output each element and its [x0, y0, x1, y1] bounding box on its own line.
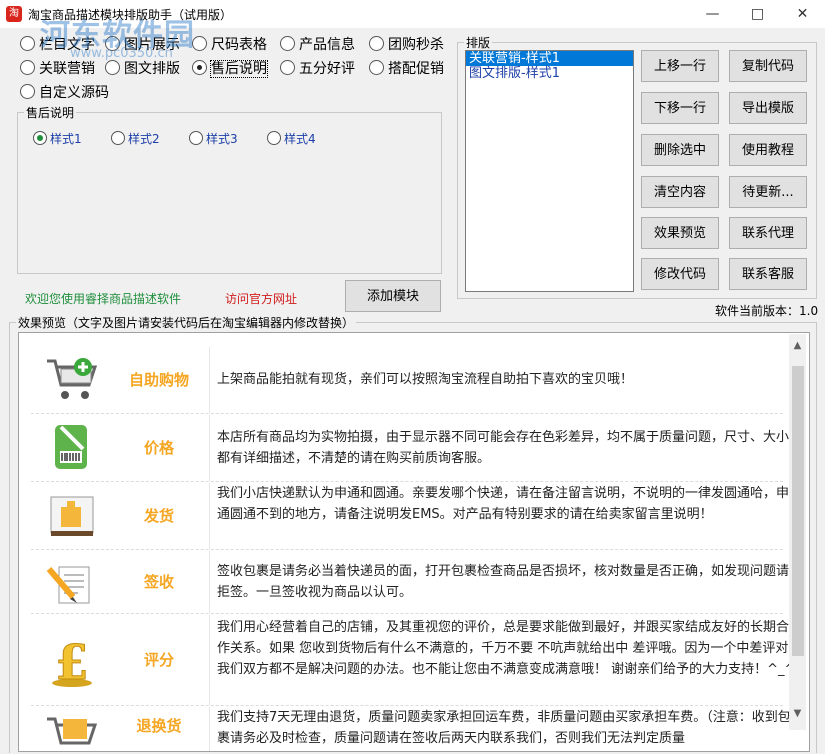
checkbox-icon — [280, 60, 295, 75]
checkbox-icon — [20, 84, 35, 99]
move-down-button[interactable]: 下移一行 — [641, 92, 719, 124]
preview-row: £ 评分 我们用心经营着自己的店铺，及其重视您的评价，总是要求能做到最好，并跟买… — [31, 615, 795, 706]
contact-agent-button[interactable]: 联系代理 — [729, 217, 807, 249]
module-checkbox-bundle[interactable]: 搭配促销 — [369, 58, 444, 77]
row-description: 我们用心经营着自己的店铺，及其重视您的评价，总是要求能做到最好，并跟买家结成友好… — [217, 620, 796, 677]
row-title: 评分 — [143, 651, 174, 669]
scrollbar-thumb[interactable] — [792, 366, 804, 656]
preview-row: 发货 我们小店快递默认为申通和圆通。亲要发哪个快递，请在备注留言说明，不说明的一… — [31, 483, 789, 550]
row-title: 发货 — [143, 507, 174, 525]
delete-selected-button[interactable]: 删除选中 — [641, 134, 719, 166]
row-description: 上架商品能拍就有现货，亲们可以按照淘宝流程自助拍下喜欢的宝贝哦！ — [217, 372, 634, 387]
checkbox-icon — [369, 36, 384, 51]
scroll-up-arrow-icon[interactable]: ▲ — [789, 340, 806, 354]
preview-row: 签收 签收包裹是请务必当着快递员的面，打开包裹检查商品是否损坏，核对数量是否正确… — [31, 551, 789, 614]
preview-row: 价格 本店所有商品均为实物拍摄，由于显示器不同可能会存在色彩差异，均不属于质量问… — [31, 415, 789, 482]
preview-row: 退换货 我们支持7天无理由退货，质量问题卖家承担回运车费，非质量问题由买家承担车… — [31, 707, 791, 751]
layout-list-item[interactable]: 关联营销-样式1 — [466, 51, 633, 66]
shopping-cart-icon — [43, 355, 101, 403]
minimize-button[interactable]: — — [690, 0, 735, 28]
scroll-down-arrow-icon[interactable]: ▼ — [789, 708, 806, 722]
delivery-box-icon — [43, 491, 101, 539]
row-title: 价格 — [143, 439, 174, 457]
divider — [209, 483, 210, 549]
layout-list-item[interactable]: 图文排版-样式1 — [466, 66, 633, 81]
row-title: 自助购物 — [128, 371, 189, 389]
preview-pane[interactable]: 自助购物 上架商品能拍就有现货，亲们可以按照淘宝流程自助拍下喜欢的宝贝哦！ 价格… — [18, 332, 810, 752]
radio-selected-icon — [33, 131, 47, 145]
row-description: 本店所有商品均为实物拍摄，由于显示器不同可能会存在色彩差异，均不属于质量问题，尺… — [217, 430, 790, 466]
style-radio-2[interactable]: 样式2 — [111, 130, 160, 147]
svg-text:£: £ — [55, 635, 88, 689]
module-checkbox-product-info[interactable]: 产品信息 — [280, 34, 355, 53]
checkbox-icon — [280, 36, 295, 51]
row-title: 退换货 — [136, 717, 182, 735]
checkbox-icon — [20, 36, 35, 51]
modify-code-button[interactable]: 修改代码 — [641, 258, 719, 290]
maximize-button[interactable]: □ — [735, 0, 780, 28]
pound-coin-icon: £ — [43, 633, 101, 692]
style-radio-3[interactable]: 样式3 — [189, 130, 238, 147]
radio-icon — [267, 131, 281, 145]
row-description: 我们支持7天无理由退货，质量问题卖家承担回运车费，非质量问题由买家承担车费。（注… — [217, 710, 791, 746]
layout-listbox[interactable]: 关联营销-样式1 图文排版-样式1 — [465, 50, 634, 292]
watermark-url: www.pc0350.cn — [70, 46, 173, 61]
row-description: 签收包裹是请务必当着快递员的面，打开包裹检查商品是否损坏，核对数量是否正确，如发… — [217, 564, 790, 600]
checkbox-icon — [105, 60, 120, 75]
move-up-button[interactable]: 上移一行 — [641, 50, 719, 82]
module-checkbox-group-buy[interactable]: 团购秒杀 — [369, 34, 444, 53]
preview-row: 自助购物 上架商品能拍就有现货，亲们可以按照淘宝流程自助拍下喜欢的宝贝哦！ — [31, 347, 783, 414]
row-title: 签收 — [143, 573, 174, 591]
divider — [209, 347, 210, 413]
style-radio-1[interactable]: 样式1 — [33, 130, 82, 147]
add-module-button[interactable]: 添加模块 — [345, 280, 441, 312]
export-template-button[interactable]: 导出模版 — [729, 92, 807, 124]
checkbox-checked-icon — [192, 60, 207, 75]
price-tag-icon — [43, 421, 101, 469]
aftersale-legend: 售后说明 — [24, 104, 77, 121]
official-site-link[interactable]: 访问官方网址 — [225, 290, 297, 307]
tutorial-button[interactable]: 使用教程 — [729, 134, 807, 166]
module-checkbox-size-table[interactable]: 尺码表格 — [192, 34, 267, 53]
preview-button[interactable]: 效果预览 — [641, 217, 719, 249]
style-radio-4[interactable]: 样式4 — [267, 130, 316, 147]
welcome-text: 欢迎您使用睿择商品描述软件 — [25, 292, 182, 306]
app-icon: 淘 — [6, 6, 22, 22]
sign-pen-icon — [43, 559, 101, 607]
divider — [209, 707, 210, 751]
pending-update-button[interactable]: 待更新... — [729, 176, 807, 208]
checkbox-icon — [20, 60, 35, 75]
close-button[interactable]: ✕ — [780, 0, 825, 28]
module-checkbox-five-star[interactable]: 五分好评 — [280, 58, 355, 77]
checkbox-icon — [369, 60, 384, 75]
row-description: 我们小店快递默认为申通和圆通。亲要发哪个快递，请在备注留言说明，不说明的一律发圆… — [217, 486, 790, 522]
layout-legend: 排版 — [464, 34, 493, 51]
module-checkbox-aftersale[interactable]: 售后说明 — [192, 58, 268, 78]
divider — [209, 551, 210, 613]
radio-icon — [111, 131, 125, 145]
preview-legend: 效果预览（文字及图片请安装代码后在淘宝编辑器内修改替换） — [16, 314, 357, 331]
divider — [209, 415, 210, 481]
contact-support-button[interactable]: 联系客服 — [729, 258, 807, 290]
radio-icon — [189, 131, 203, 145]
divider — [209, 615, 210, 705]
return-cart-icon — [43, 713, 101, 751]
copy-code-button[interactable]: 复制代码 — [729, 50, 807, 82]
clear-content-button[interactable]: 清空内容 — [641, 176, 719, 208]
module-checkbox-custom-source[interactable]: 自定义源码 — [20, 82, 109, 101]
version-label: 软件当前版本：1.0 — [715, 304, 819, 318]
